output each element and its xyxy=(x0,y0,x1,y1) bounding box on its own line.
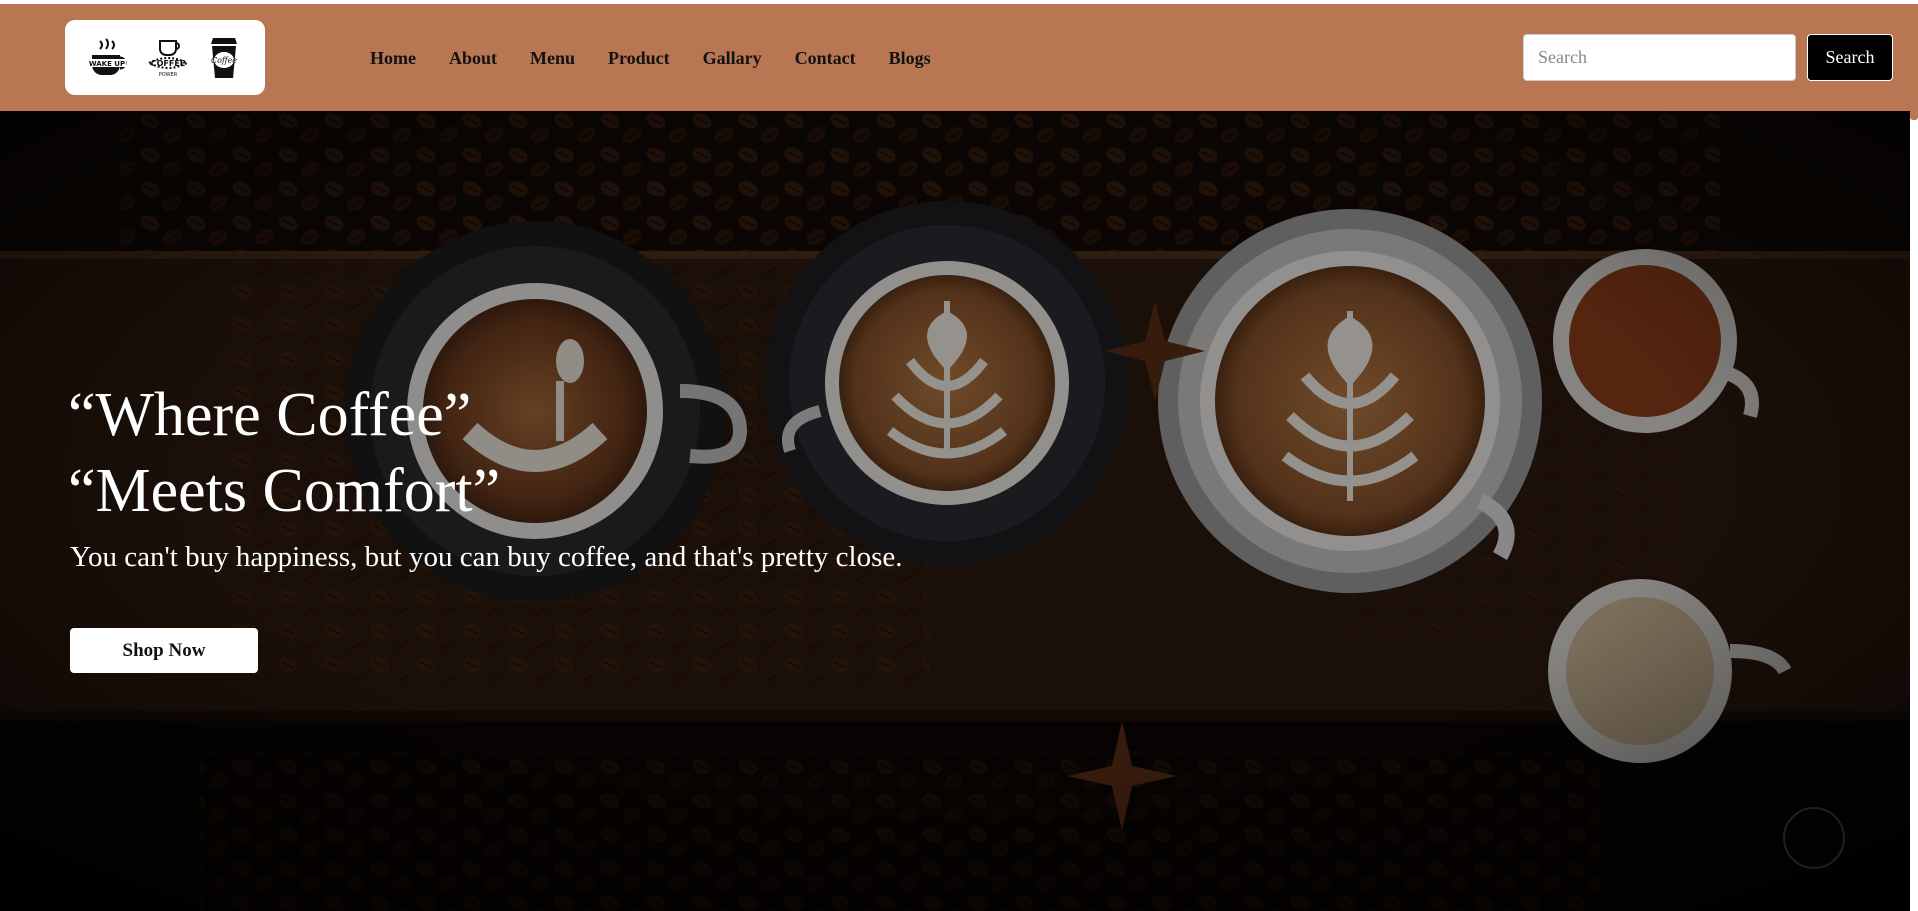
nav-contact[interactable]: Contact xyxy=(795,46,856,70)
svg-text:POWER: POWER xyxy=(159,72,178,78)
coffee-cup-logo: Coffee xyxy=(211,37,237,78)
hero-title-line-1: “Where Coffee” xyxy=(68,381,472,449)
wake-up-cup-logo: WAKE UP xyxy=(88,37,127,75)
navbar: WAKE UP COFFEE POWER Coffee Home About M… xyxy=(0,4,1910,111)
svg-text:WAKE UP: WAKE UP xyxy=(89,60,125,68)
main-nav: Home About Menu Product Gallary Contact … xyxy=(370,46,964,70)
scroll-to-top-button[interactable] xyxy=(1783,807,1845,869)
svg-text:COFFEE: COFFEE xyxy=(151,59,186,68)
nav-about[interactable]: About xyxy=(449,46,497,70)
hero-section: “Where Coffee” “Meets Comfort” You can't… xyxy=(0,111,1910,911)
logo[interactable]: WAKE UP COFFEE POWER Coffee xyxy=(65,20,265,95)
scrollbar-track[interactable] xyxy=(1910,4,1918,911)
hero-subtitle: You can't buy happiness, but you can buy… xyxy=(70,541,903,573)
nav-menu[interactable]: Menu xyxy=(530,46,575,70)
coffee-power-logo: COFFEE POWER xyxy=(146,39,190,78)
scrollbar-thumb[interactable] xyxy=(1910,4,1918,120)
nav-blogs[interactable]: Blogs xyxy=(889,46,931,70)
nav-home[interactable]: Home xyxy=(370,46,416,70)
shop-now-button[interactable]: Shop Now xyxy=(70,628,258,673)
nav-product[interactable]: Product xyxy=(608,46,670,70)
svg-text:Coffee: Coffee xyxy=(211,56,237,65)
search-input[interactable] xyxy=(1523,34,1796,81)
hero-title-line-2: “Meets Comfort” xyxy=(68,457,501,525)
search-button[interactable]: Search xyxy=(1807,34,1893,81)
hero-title: “Where Coffee” “Meets Comfort” xyxy=(68,377,500,529)
nav-gallary[interactable]: Gallary xyxy=(703,46,762,70)
page: WAKE UP COFFEE POWER Coffee Home About M… xyxy=(0,0,1918,911)
